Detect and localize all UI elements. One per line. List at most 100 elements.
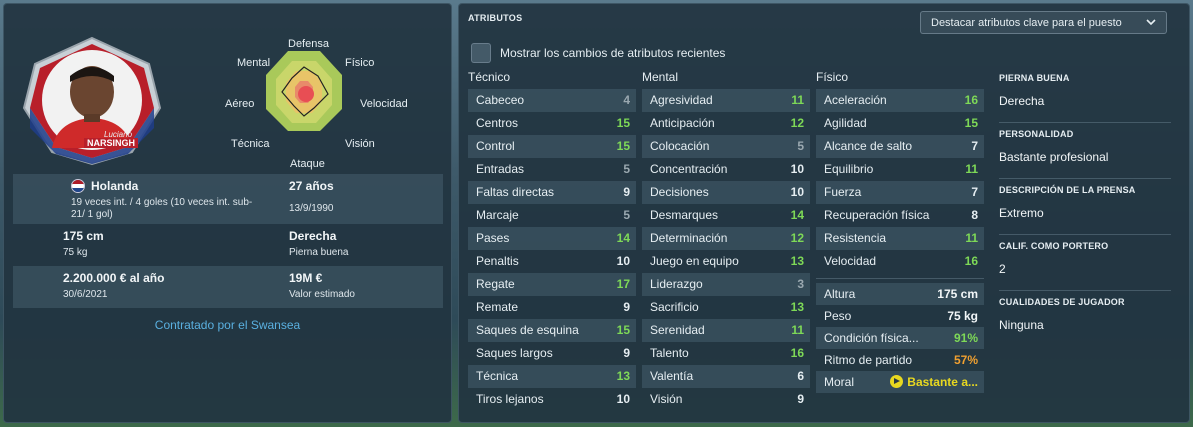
condition-stats: Altura 175 cm Peso 75 kg Condición física...… xyxy=(816,283,984,393)
attribute-name: Valentía xyxy=(650,369,694,383)
radar-label-tecnica: Técnica xyxy=(231,138,270,150)
attribute-value: 16 xyxy=(790,346,804,360)
chevron-down-icon xyxy=(1146,19,1156,26)
attribute-value: 14 xyxy=(616,231,630,245)
attribute-row[interactable]: Recuperación física 8 xyxy=(816,204,984,227)
attribute-row[interactable]: Saques largos 9 xyxy=(468,342,636,365)
attribute-value: 10 xyxy=(790,185,804,199)
attribute-row[interactable]: Aceleración 16 xyxy=(816,89,984,112)
attribute-row[interactable]: Agresividad 11 xyxy=(642,89,810,112)
attribute-value: 15 xyxy=(616,139,630,153)
attribute-name: Cabeceo xyxy=(476,93,525,107)
condition-value: 57% xyxy=(953,353,978,367)
attribute-value: 5 xyxy=(623,162,630,176)
attribute-row[interactable]: Faltas directas 9 xyxy=(468,181,636,204)
attribute-row[interactable]: Desmarques 14 xyxy=(642,204,810,227)
attribute-row[interactable]: Valentía 6 xyxy=(642,365,810,388)
attribute-row[interactable]: Serenidad 11 xyxy=(642,319,810,342)
attribute-row[interactable]: Talento 16 xyxy=(642,342,810,365)
condition-value: 91% xyxy=(953,331,978,345)
player-traits-heading: CUALIDADES DE JUGADOR xyxy=(999,297,1125,307)
attribute-name: Serenidad xyxy=(650,323,705,337)
divider xyxy=(999,290,1171,291)
attribute-row[interactable]: Alcance de salto 7 xyxy=(816,135,984,158)
show-changes-toggle[interactable]: Mostrar los cambios de atributos recient… xyxy=(471,43,725,63)
highlight-dropdown-label: Destacar atributos clave para el puesto xyxy=(931,16,1122,29)
show-changes-checkbox[interactable] xyxy=(471,43,491,63)
condition-name: Ritmo de partido xyxy=(824,353,913,367)
attribute-row[interactable]: Control 15 xyxy=(468,135,636,158)
attribute-value: 9 xyxy=(623,300,630,314)
attribute-row[interactable]: Resistencia 11 xyxy=(816,227,984,250)
attribute-row[interactable]: Remate 9 xyxy=(468,296,636,319)
estimated-value-label: Valor estimado xyxy=(289,289,355,300)
attribute-value: 5 xyxy=(623,208,630,222)
attributes-title: ATRIBUTOS xyxy=(468,13,523,23)
attribute-name: Regate xyxy=(476,277,515,291)
radar-label-defensa: Defensa xyxy=(288,38,329,50)
attribute-row[interactable]: Cabeceo 4 xyxy=(468,89,636,112)
player-profile-panel: Luciano NARSINGH Defensa Físico Velocida… xyxy=(3,3,452,423)
attribute-row[interactable]: Tiros lejanos 10 xyxy=(468,388,636,411)
attribute-row[interactable]: Agilidad 15 xyxy=(816,112,984,135)
attribute-name: Saques largos xyxy=(476,346,553,360)
attribute-value: 16 xyxy=(964,254,978,268)
nationality[interactable]: Holanda xyxy=(91,178,138,194)
attribute-row[interactable]: Fuerza 7 xyxy=(816,181,984,204)
contracted-by-link[interactable]: Contratado por el Swansea xyxy=(4,318,451,332)
estimated-value: 19M € xyxy=(289,271,323,285)
player-age: 27 años xyxy=(289,179,334,193)
attribute-value: 15 xyxy=(616,323,630,337)
attribute-row[interactable]: Colocación 5 xyxy=(642,135,810,158)
attribute-row[interactable]: Entradas 5 xyxy=(468,158,636,181)
attribute-name: Recuperación física xyxy=(824,208,930,222)
attribute-name: Faltas directas xyxy=(476,185,555,199)
player-weight: 75 kg xyxy=(63,247,88,258)
attribute-name: Visión xyxy=(650,392,683,406)
attribute-value: 11 xyxy=(791,323,804,337)
attribute-value: 13 xyxy=(790,254,804,268)
attribute-row[interactable]: Regate 17 xyxy=(468,273,636,296)
attribute-row[interactable]: Pases 14 xyxy=(468,227,636,250)
attribute-row[interactable]: Técnica 13 xyxy=(468,365,636,388)
attribute-row[interactable]: Sacrificio 13 xyxy=(642,296,810,319)
attribute-row[interactable]: Saques de esquina 15 xyxy=(468,319,636,342)
condition-name: Altura xyxy=(824,287,856,301)
attribute-row[interactable]: Equilibrio 11 xyxy=(816,158,984,181)
attribute-row[interactable]: Velocidad 16 xyxy=(816,250,984,273)
attribute-row[interactable]: Marcaje 5 xyxy=(468,204,636,227)
attribute-row[interactable]: Liderazgo 3 xyxy=(642,273,810,296)
attribute-radar: Defensa Físico Velocidad Visión Ataque T… xyxy=(214,34,434,174)
radar-label-aereo: Aéreo xyxy=(225,98,255,110)
condition-row: Condición física... 91% xyxy=(816,327,984,349)
attribute-name: Determinación xyxy=(650,231,728,245)
radar-label-mental: Mental xyxy=(237,57,271,69)
attribute-name: Control xyxy=(476,139,515,153)
divider xyxy=(816,278,984,279)
attribute-row[interactable]: Juego en equipo 13 xyxy=(642,250,810,273)
date-of-birth: 13/9/1990 xyxy=(289,203,334,214)
press-description-heading: DESCRIPCIÓN DE LA PRENSA xyxy=(999,185,1136,195)
attribute-name: Resistencia xyxy=(824,231,887,245)
highlight-attributes-dropdown[interactable]: Destacar atributos clave para el puesto xyxy=(920,11,1167,34)
attribute-row[interactable]: Penaltis 10 xyxy=(468,250,636,273)
player-traits-value: Ninguna xyxy=(999,318,1044,332)
attribute-value: 10 xyxy=(790,162,804,176)
attribute-value: 11 xyxy=(791,93,804,107)
attribute-row[interactable]: Determinación 12 xyxy=(642,227,810,250)
fisico-column: Físico Aceleración 16 Agilidad 15 Alcance de… xyxy=(816,67,984,393)
attribute-name: Juego en equipo xyxy=(650,254,739,268)
personality-heading: PERSONALIDAD xyxy=(999,129,1074,139)
attribute-row[interactable]: Anticipación 12 xyxy=(642,112,810,135)
attribute-row[interactable]: Decisiones 10 xyxy=(642,181,810,204)
mental-column: Mental Agresividad 11 Anticipación 12 Coloca… xyxy=(642,67,810,411)
condition-row: Ritmo de partido 57% xyxy=(816,349,984,371)
attribute-name: Alcance de salto xyxy=(824,139,913,153)
attribute-value: 3 xyxy=(797,277,804,291)
attribute-row[interactable]: Centros 15 xyxy=(468,112,636,135)
fisico-header: Físico xyxy=(816,70,849,84)
attribute-value: 6 xyxy=(797,369,804,383)
attribute-row[interactable]: Concentración 10 xyxy=(642,158,810,181)
attribute-value: 13 xyxy=(616,369,630,383)
attribute-row[interactable]: Visión 9 xyxy=(642,388,810,411)
